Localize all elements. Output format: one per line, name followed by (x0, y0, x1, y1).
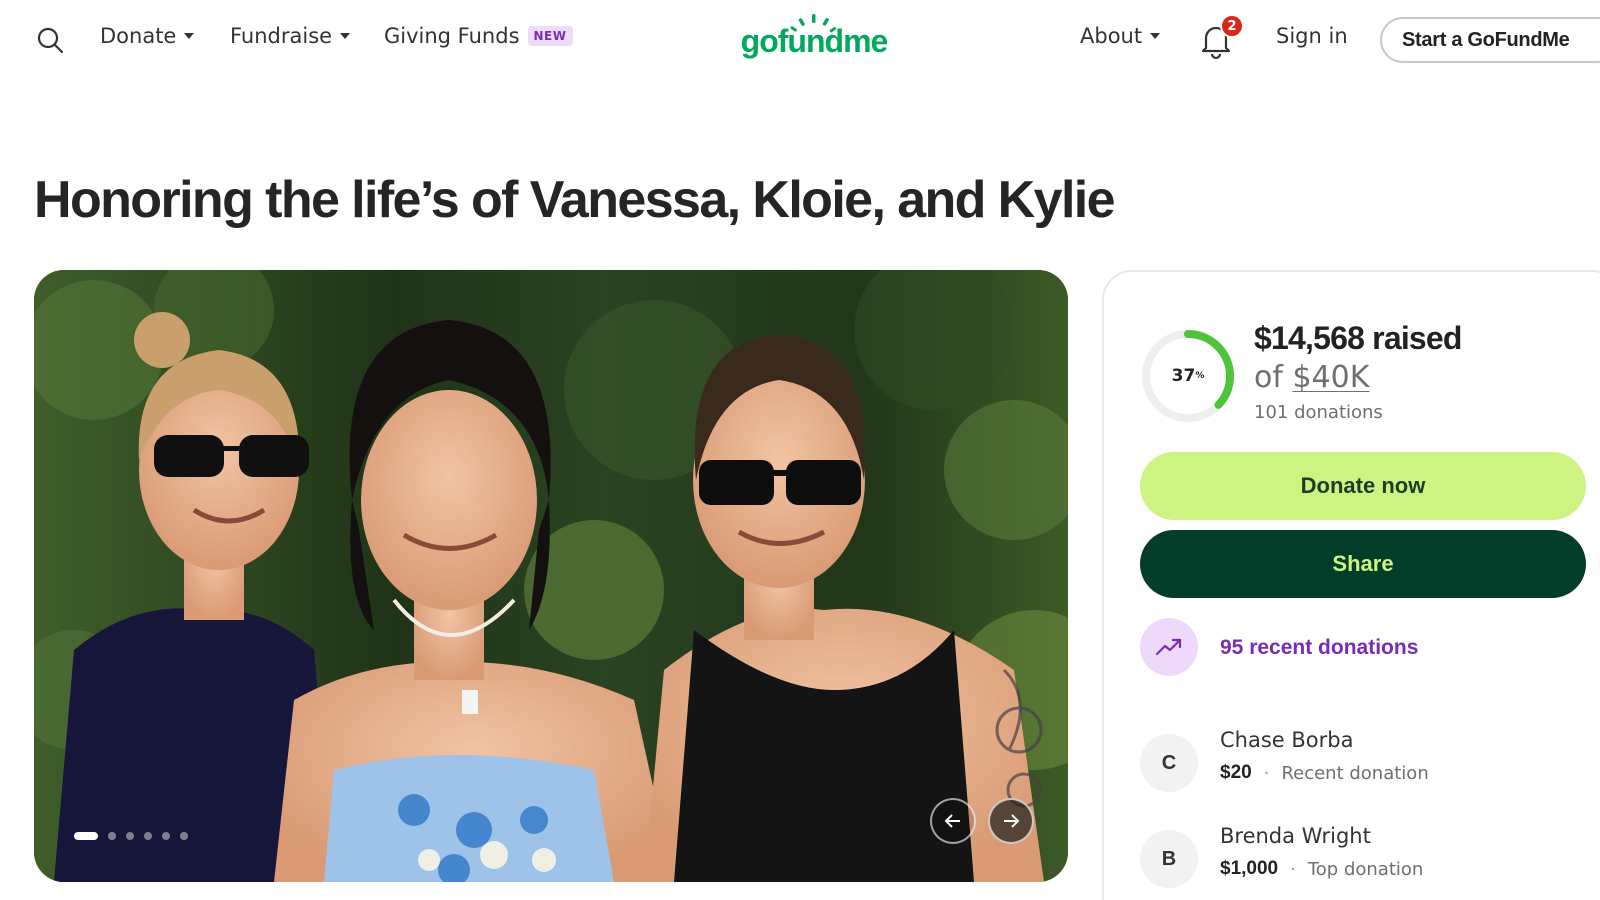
logo-text: gofundme (741, 23, 888, 59)
nav-giving-funds-label: Giving Funds (384, 24, 520, 48)
donor-meta: $1,000 · Top donation (1220, 858, 1423, 880)
nav-fundraise-label: Fundraise (230, 24, 333, 48)
donor-name: Brenda Wright (1220, 824, 1371, 848)
chevron-down-icon (340, 33, 351, 39)
donor-avatar: B (1140, 830, 1198, 888)
arrow-left-icon (944, 814, 960, 828)
separator-dot: · (1290, 858, 1296, 880)
separator-dot: · (1263, 762, 1270, 784)
progress-percent-value: 37 (1171, 366, 1196, 386)
donor-item: B Brenda Wright $1,000 · Top donation (1140, 824, 1600, 894)
notification-count-badge: 2 (1220, 14, 1244, 38)
nav-donate-menu[interactable]: Donate (100, 24, 195, 48)
slide-indicator-dot[interactable] (108, 832, 116, 840)
nav-about-label: About (1080, 24, 1143, 48)
gofundme-logo[interactable]: gofundme (734, 10, 894, 70)
previous-slide-button[interactable] (930, 798, 976, 844)
slide-indicator-dot[interactable] (180, 832, 188, 840)
campaign-photo[interactable] (34, 270, 1068, 882)
slide-indicator-dot[interactable] (162, 832, 170, 840)
donate-now-button[interactable]: Donate now (1140, 452, 1586, 520)
goal-amount-link[interactable]: $40K (1292, 360, 1369, 395)
donor-avatar: C (1140, 734, 1198, 792)
trending-up-icon (1140, 618, 1198, 676)
donor-item: C Chase Borba $20 · Recent donation (1140, 728, 1600, 798)
slide-indicator-dot[interactable] (144, 832, 152, 840)
chevron-down-icon (1150, 33, 1161, 39)
donor-amount: $1,000 (1220, 858, 1279, 879)
donation-count: 101 donations (1254, 402, 1383, 423)
slide-indicators (74, 832, 188, 840)
slide-indicator-dot[interactable] (126, 832, 134, 840)
donation-card: 37% $14,568 raised of $40K 101 donations… (1102, 270, 1600, 900)
sign-in-link[interactable]: Sign in (1276, 24, 1348, 48)
new-badge: NEW (527, 26, 573, 46)
donor-name: Chase Borba (1220, 728, 1354, 752)
chevron-down-icon (184, 33, 195, 39)
arrow-right-icon (1004, 814, 1020, 828)
nav-donate-label: Donate (100, 24, 177, 48)
goal-prefix: of (1254, 360, 1293, 395)
nav-about-menu[interactable]: About (1080, 24, 1161, 48)
progress-percent-label: 37% (1140, 328, 1236, 424)
donor-label: Recent donation (1281, 762, 1429, 784)
amount-raised: $14,568 raised (1254, 320, 1462, 356)
donor-amount: $20 (1220, 762, 1252, 783)
start-gofundme-button[interactable]: Start a GoFundMe (1380, 17, 1600, 63)
recent-donations-link[interactable]: 95 recent donations (1220, 636, 1418, 660)
nav-fundraise-menu[interactable]: Fundraise (230, 24, 351, 48)
donor-meta: $20 · Recent donation (1220, 762, 1429, 784)
page-title: Honoring the life’s of Vanessa, Kloie, a… (34, 171, 1116, 229)
goal-amount: of $40K (1254, 360, 1369, 395)
share-button[interactable]: Share (1140, 530, 1586, 598)
campaign-photo-scene (34, 270, 1068, 882)
search-icon[interactable] (36, 26, 64, 54)
donor-label: Top donation (1307, 858, 1424, 880)
top-navigation: Donate Fundraise Giving Funds NEW gofund… (0, 0, 1600, 80)
next-slide-button[interactable] (988, 798, 1034, 844)
progress-percent-suffix: % (1195, 371, 1205, 381)
slide-indicator-dot[interactable] (74, 832, 98, 840)
nav-giving-funds-link[interactable]: Giving Funds NEW (384, 24, 573, 48)
